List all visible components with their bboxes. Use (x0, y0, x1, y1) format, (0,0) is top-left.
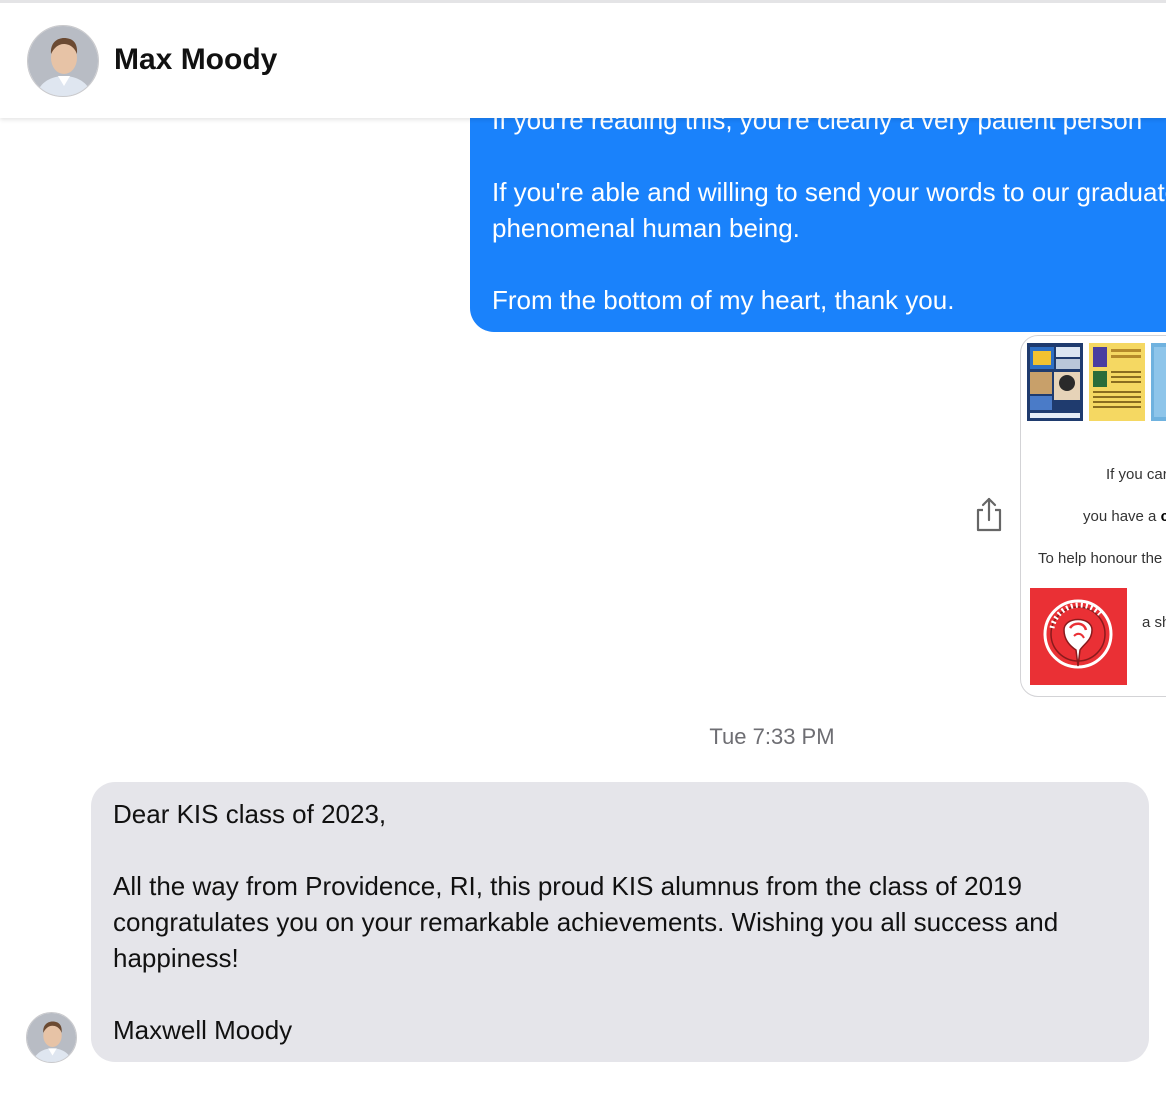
message-greeting: Dear KIS class of 2023, (113, 799, 387, 829)
sender-avatar[interactable] (26, 1012, 77, 1063)
preview-text-line: a sh (1142, 614, 1166, 631)
thumbnail-image (1027, 343, 1083, 421)
message-signature: Maxwell Moody (113, 1015, 293, 1045)
share-icon[interactable] (973, 496, 1005, 532)
preview-text-fragment: you have a (1083, 508, 1161, 525)
thumbnail-image (1151, 343, 1166, 421)
preview-text-line: you have a c (1083, 508, 1166, 525)
school-logo (1030, 588, 1127, 685)
outgoing-message-line: phenomenal human being. (492, 213, 800, 243)
thumbnail-image (1089, 343, 1145, 421)
preview-text-line: If you car (1106, 466, 1166, 483)
preview-bold-fragment: c (1161, 508, 1166, 525)
attachment-preview[interactable]: If you car you have a c To help honour t… (1020, 335, 1166, 697)
outgoing-message-line: From the bottom of my heart, thank you. (492, 285, 955, 315)
message-body: All the way from Providence, RI, this pr… (113, 871, 1059, 973)
message-timestamp: Tue 7:33 PM (709, 724, 835, 749)
conversation-view: If you're reading this, you're clearly a… (0, 0, 1166, 1096)
avatar[interactable] (27, 25, 99, 97)
preview-text-line: To help honour the (1038, 550, 1163, 567)
incoming-message-bubble[interactable]: Dear KIS class of 2023, All the way from… (91, 782, 1149, 1062)
outgoing-message-line: If you're able and willing to send your … (492, 177, 1166, 207)
contact-name[interactable]: Max Moody (114, 43, 277, 77)
conversation-header: Max Moody (0, 0, 1166, 118)
